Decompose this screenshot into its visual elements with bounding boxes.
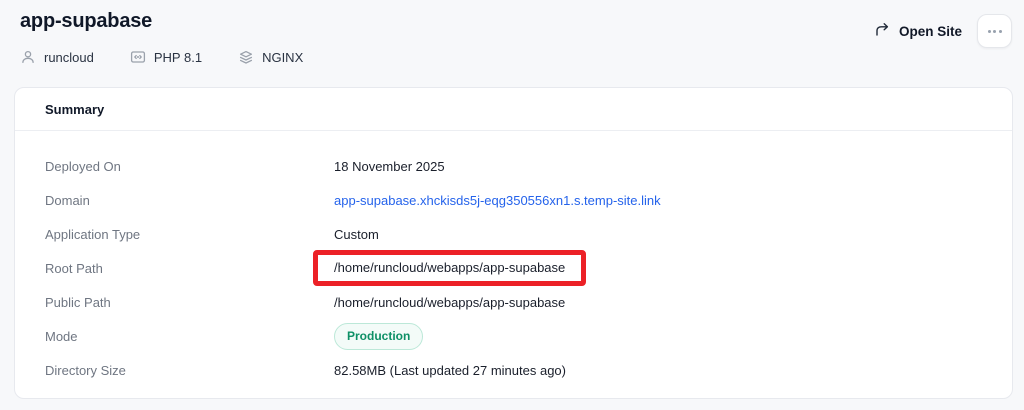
- row-label: Deployed On: [45, 159, 334, 174]
- meta-web-server: NGINX: [238, 49, 303, 65]
- open-site-arrow-icon: [874, 21, 891, 41]
- summary-row-root-path: Root Path /home/runcloud/webapps/app-sup…: [45, 251, 982, 285]
- stack-icon: [238, 49, 254, 65]
- meta-webserver-label: NGINX: [262, 50, 303, 65]
- domain-link[interactable]: app-supabase.xhckisds5j-eqg350556xn1.s.t…: [334, 193, 661, 208]
- summary-row-mode: Mode Production: [45, 319, 982, 353]
- page-title: app-supabase: [20, 9, 303, 34]
- public-path-value: /home/runcloud/webapps/app-supabase: [334, 295, 565, 310]
- summary-row-domain: Domain app-supabase.xhckisds5j-eqg350556…: [45, 183, 982, 217]
- header-left: app-supabase runcloud: [20, 9, 303, 65]
- directory-size-value: 82.58MB (Last updated 27 minutes ago): [334, 363, 566, 378]
- row-label: Directory Size: [45, 363, 334, 378]
- meta-system-user: runcloud: [20, 49, 94, 65]
- summary-row-application-type: Application Type Custom: [45, 217, 982, 251]
- application-type-value: Custom: [334, 227, 379, 242]
- app-meta-row: runcloud PHP 8.1: [20, 49, 303, 65]
- summary-card-body: Deployed On 18 November 2025 Domain app-…: [15, 131, 1012, 398]
- php-icon: [130, 49, 146, 65]
- more-options-button[interactable]: [977, 14, 1012, 48]
- summary-card-header: Summary: [15, 88, 1012, 131]
- ellipsis-icon: [988, 30, 1002, 33]
- summary-row-directory-size: Directory Size 82.58MB (Last updated 27 …: [45, 353, 982, 387]
- row-label: Domain: [45, 193, 334, 208]
- summary-card-title: Summary: [45, 102, 104, 117]
- summary-row-public-path: Public Path /home/runcloud/webapps/app-s…: [45, 285, 982, 319]
- summary-card: Summary Deployed On 18 November 2025 Dom…: [14, 87, 1013, 399]
- deployed-on-value: 18 November 2025: [334, 159, 445, 174]
- summary-row-deployed-on: Deployed On 18 November 2025: [45, 149, 982, 183]
- row-label: Public Path: [45, 295, 334, 310]
- open-site-label: Open Site: [899, 24, 962, 39]
- header-actions: Open Site: [874, 14, 1012, 48]
- root-path-value-highlighted: /home/runcloud/webapps/app-supabase: [313, 250, 586, 286]
- user-icon: [20, 49, 36, 65]
- mode-status-badge: Production: [334, 323, 423, 350]
- meta-php-version: PHP 8.1: [130, 49, 202, 65]
- page-header: app-supabase runcloud: [0, 0, 1024, 65]
- row-label: Application Type: [45, 227, 334, 242]
- meta-user-label: runcloud: [44, 50, 94, 65]
- row-label: Root Path: [45, 261, 334, 276]
- row-label: Mode: [45, 329, 334, 344]
- meta-php-label: PHP 8.1: [154, 50, 202, 65]
- open-site-button[interactable]: Open Site: [874, 21, 962, 41]
